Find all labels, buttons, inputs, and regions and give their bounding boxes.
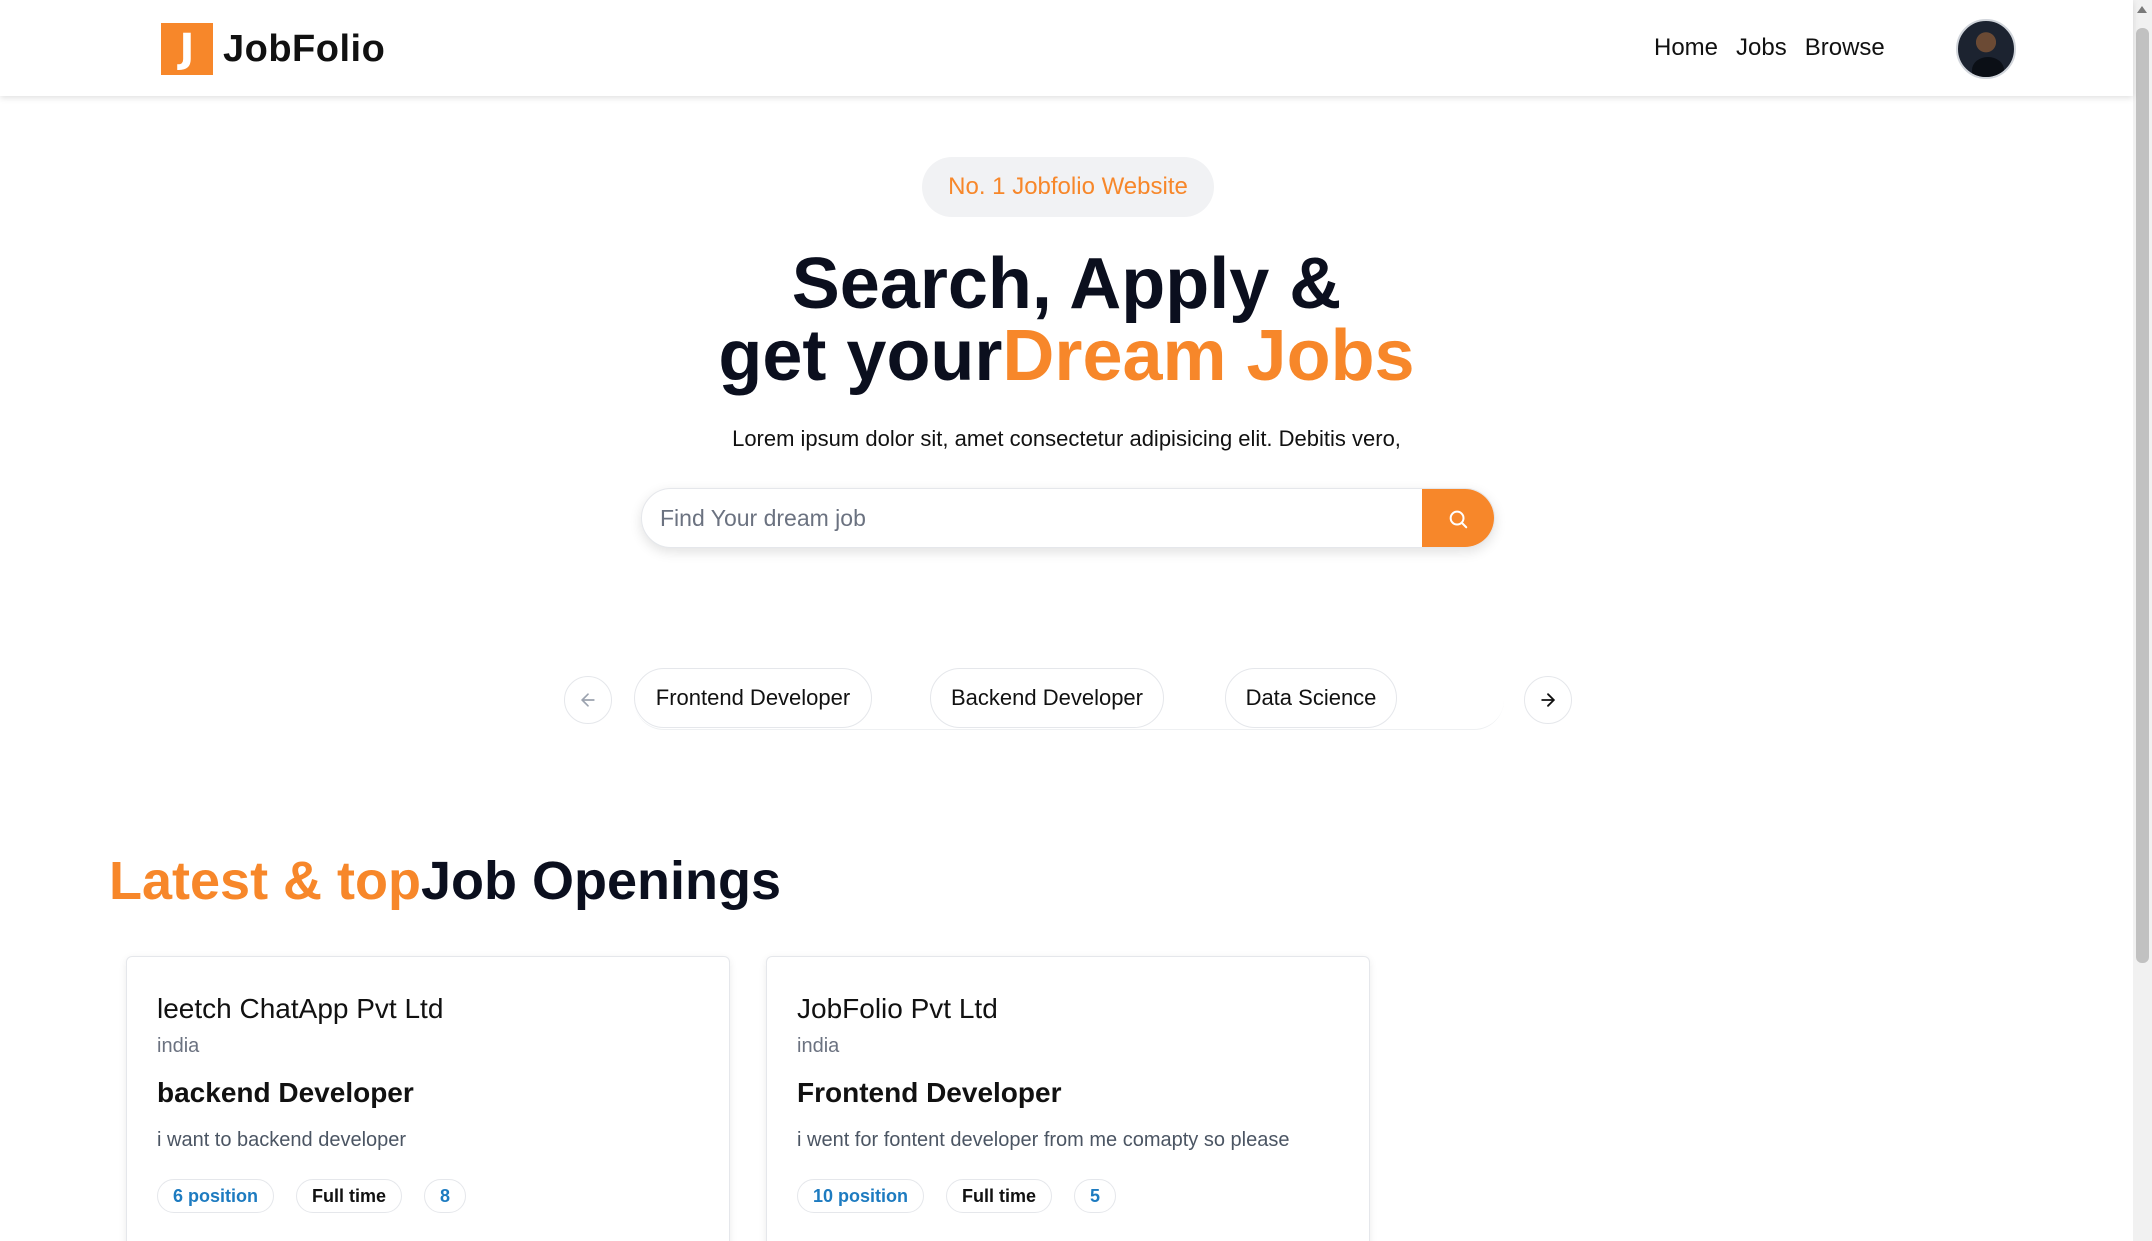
arrow-left-icon [581, 693, 595, 707]
search-bar [641, 488, 1495, 548]
scroll-thumb[interactable] [2136, 28, 2149, 963]
job-location: india [797, 1035, 840, 1057]
company-name: JobFolio Pvt Ltd [797, 993, 998, 1024]
arrow-right-icon [1541, 693, 1555, 707]
search-input[interactable] [642, 489, 1422, 547]
hero-badge: No. 1 Jobfolio Website [922, 157, 1214, 217]
search-button[interactable] [1422, 489, 1494, 547]
navbar: J JobFolio Home Jobs Browse [0, 0, 2133, 96]
logo-text: JobFolio [223, 27, 386, 70]
positions-badge: 10 position [797, 1179, 925, 1213]
category-chip-backend[interactable]: Backend Developer [930, 668, 1164, 728]
salary-badge: 8 [424, 1179, 467, 1213]
job-tags: 10 position Full time 5 [797, 1179, 1117, 1213]
latest-jobs-title-rest: Job Openings [421, 851, 782, 911]
carousel-track: Frontend Developer Backend Developer Dat… [634, 668, 1504, 730]
category-chip-data-science[interactable]: Data Science [1225, 668, 1397, 728]
hero-subtitle: Lorem ipsum dolor sit, amet consectetur … [732, 426, 1401, 451]
avatar[interactable] [1956, 19, 2016, 79]
nav-links: Home Jobs Browse [1654, 34, 1885, 62]
logo-mark: J [161, 23, 213, 75]
category-chip-frontend[interactable]: Frontend Developer [634, 668, 872, 728]
job-tags: 6 position Full time 8 [157, 1179, 467, 1213]
job-type-badge: Full time [946, 1179, 1053, 1213]
hero-title-line1: Search, Apply & [791, 244, 1342, 324]
carousel-next-button[interactable] [1524, 676, 1572, 724]
hero-title: Search, Apply & get yourDream Jobs [0, 248, 2133, 392]
job-card[interactable]: leetch ChatApp Pvt Ltd india backend Dev… [126, 956, 730, 1241]
nav-home-link[interactable]: Home [1654, 34, 1718, 62]
salary-badge: 5 [1074, 1179, 1117, 1213]
job-description: i want to backend developer [157, 1129, 407, 1151]
nav-browse-link[interactable]: Browse [1805, 34, 1885, 62]
job-card[interactable]: JobFolio Pvt Ltd india Frontend Develope… [766, 956, 1370, 1241]
latest-jobs-title-accent: Latest & top [109, 851, 422, 911]
search-icon [1449, 510, 1468, 529]
hero-title-accent: Dream Jobs [1002, 316, 1415, 396]
positions-badge: 6 position [157, 1179, 274, 1213]
page-scrollbar[interactable] [2133, 0, 2152, 1241]
category-carousel: Frontend Developer Backend Developer Dat… [564, 668, 1574, 730]
job-title: backend Developer [157, 1077, 414, 1108]
scroll-up-arrow-icon[interactable] [2137, 6, 2147, 13]
hero-title-prefix: get your [718, 316, 1003, 396]
latest-jobs-title: Latest & topJob Openings [109, 850, 781, 912]
job-type-badge: Full time [296, 1179, 403, 1213]
job-description: i went for fontent developer from me com… [797, 1129, 1290, 1151]
company-name: leetch ChatApp Pvt Ltd [157, 993, 444, 1024]
job-title: Frontend Developer [797, 1077, 1062, 1108]
job-location: india [157, 1035, 200, 1057]
carousel-prev-button[interactable] [564, 676, 612, 724]
nav-jobs-link[interactable]: Jobs [1736, 34, 1787, 62]
logo[interactable]: J JobFolio [161, 23, 385, 75]
